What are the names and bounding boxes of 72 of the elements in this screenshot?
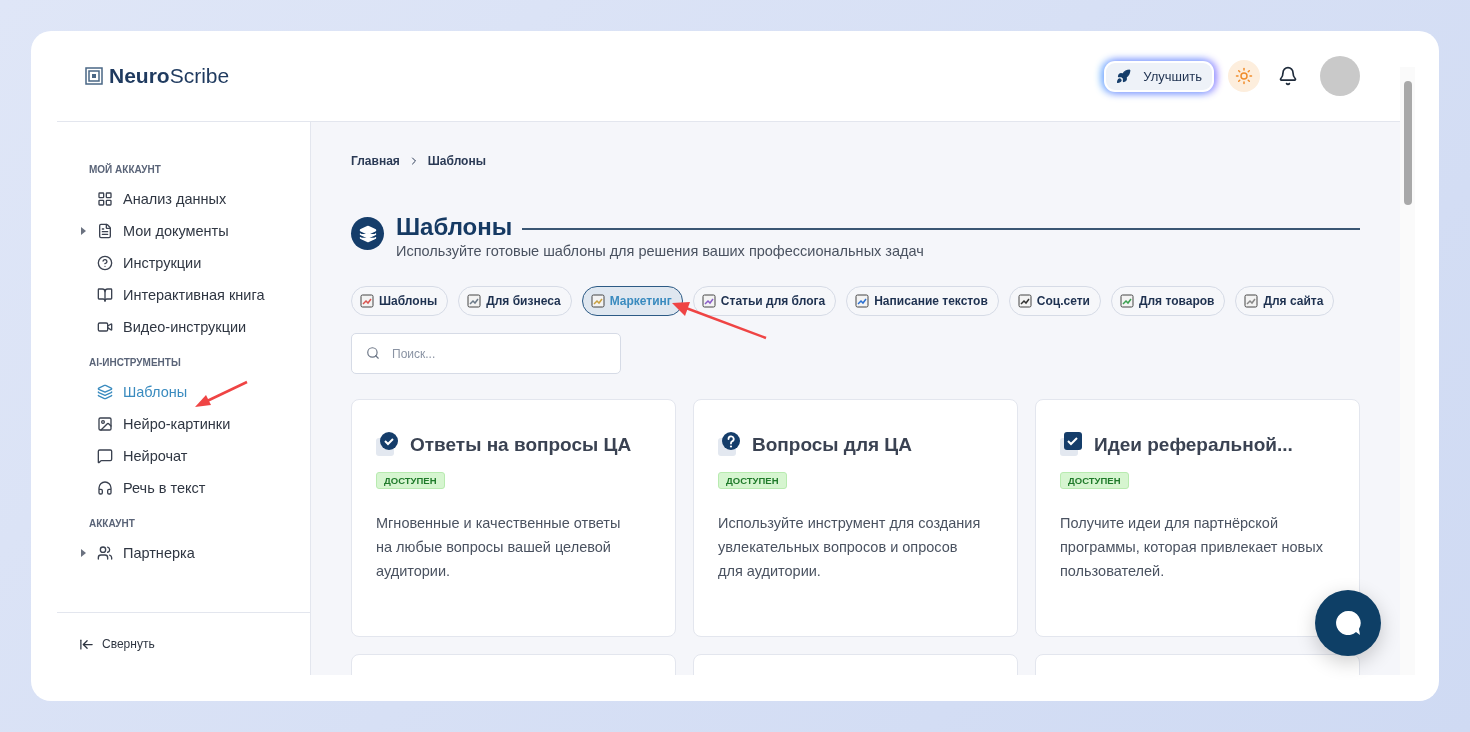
menu-icon [97,191,113,207]
page-subtitle: Используйте готовые шаблоны для решения ваших профессиональных задач [396,243,925,259]
caret-icon [81,227,86,235]
document-icon [590,294,605,308]
menu-icon [97,319,113,335]
template-card[interactable]: Ответы на вопросы ЦА ДОСТУПЕН Мгновенные и качественные ответы на любые вопросы вашей целевой аудитории. [351,399,676,637]
sidebar-item[interactable]: Партнерка [79,537,310,569]
section-title: МОЙ АККАУНТ [89,164,162,175]
avatar[interactable] [1320,56,1360,96]
category-chip[interactable]: Для товаров [1110,286,1226,316]
document-icon [467,294,482,308]
menu-icon [97,416,113,432]
sidebar-item[interactable]: Мои документы [79,215,310,247]
logo-text: NeuroScribe [109,64,230,88]
status-badge: ДОСТУПЕН [376,472,445,489]
breadcrumb-link[interactable]: Главная [351,154,400,168]
menu-icon [97,255,113,271]
status-badge: ДОСТУПЕН [1060,472,1129,489]
page-title: Шаблоны [396,213,513,241]
template-card[interactable]: Вопросы для ЦА ДОСТУПЕН Используйте инструмент для создания увлекательных вопросов и опросов для аудитории. [693,399,1018,637]
category-chip[interactable]: Шаблоны [351,286,449,316]
category-chip[interactable]: Для бизнеса [458,286,572,316]
section-title: AI-ИНСТРУМЕНТЫ [89,357,182,368]
sidebar-item[interactable]: Видео-инструкции [79,311,310,343]
layers-icon [351,217,384,250]
search-icon [366,346,380,360]
template-card[interactable]: Идеи реферальной... ДОСТУПЕН Получите идеи для партнёрской программы, которая привлекает новых пользователей. [1035,399,1360,637]
menu-icon [97,287,113,303]
card-title: Ответы на вопросы ЦА [410,434,632,456]
category-chip[interactable]: Написание текстов [846,286,999,316]
sidebar-item[interactable]: Интерактивная книга [79,279,310,311]
theme-toggle-button[interactable] [1228,60,1260,92]
sidebar-item[interactable]: Нейрочат [79,440,310,472]
document-icon [855,294,870,308]
logo-icon [85,67,103,85]
breadcrumb-link[interactable]: Шаблоны [427,154,486,168]
category-chip[interactable]: Соц.сети [1008,286,1101,316]
logo[interactable]: NeuroScribe [85,64,230,88]
menu-icon [97,480,113,496]
sun-icon [1235,67,1253,85]
search-field[interactable]: Поиск... [351,333,621,374]
sidebar-item[interactable]: Анализ данных [79,183,310,215]
card-description: Мгновенные и качественные ответы на любые вопросы вашей целевой аудитории. [376,514,622,581]
rocket-icon [1116,68,1132,84]
scrollbar[interactable] [1400,67,1415,675]
sidebar-item[interactable]: Шаблоны [79,376,310,408]
category-chip[interactable]: Статьи для блога [692,286,837,316]
menu-icon [97,384,113,400]
card-title: Идеи реферальной... [1094,434,1293,456]
menu-icon [97,223,113,239]
menu-icon [97,448,113,464]
document-icon [1119,294,1134,308]
menu-icon [97,545,113,561]
caret-icon [81,549,86,557]
document-icon [1017,294,1032,308]
section-title: АККАУНТ [89,518,136,529]
notifications-button[interactable] [1278,66,1298,86]
card-description: Получите идеи для партнёрской программы, которая привлекает новых пользователей. [1060,514,1324,581]
annotation-arrow [195,380,250,410]
sidebar-item[interactable]: Речь в текст [79,472,310,504]
document-icon [360,294,374,308]
chat-bubble-icon [1334,609,1362,637]
sidebar-item[interactable]: Нейро-картинки [79,408,310,440]
card-title: Вопросы для ЦА [752,434,912,456]
status-badge: ДОСТУПЕН [718,472,787,489]
category-chip[interactable]: Для сайта [1235,286,1335,316]
card-description: Используйте инструмент для создания увлекательных вопросов и опросов для аудитории. [718,514,982,581]
collapse-button[interactable]: Свернуть [79,636,155,652]
document-icon [701,294,716,308]
upgrade-button[interactable]: Улучшить [1106,62,1212,90]
sidebar-item[interactable]: Инструкции [79,247,310,279]
document-icon [1244,294,1259,308]
